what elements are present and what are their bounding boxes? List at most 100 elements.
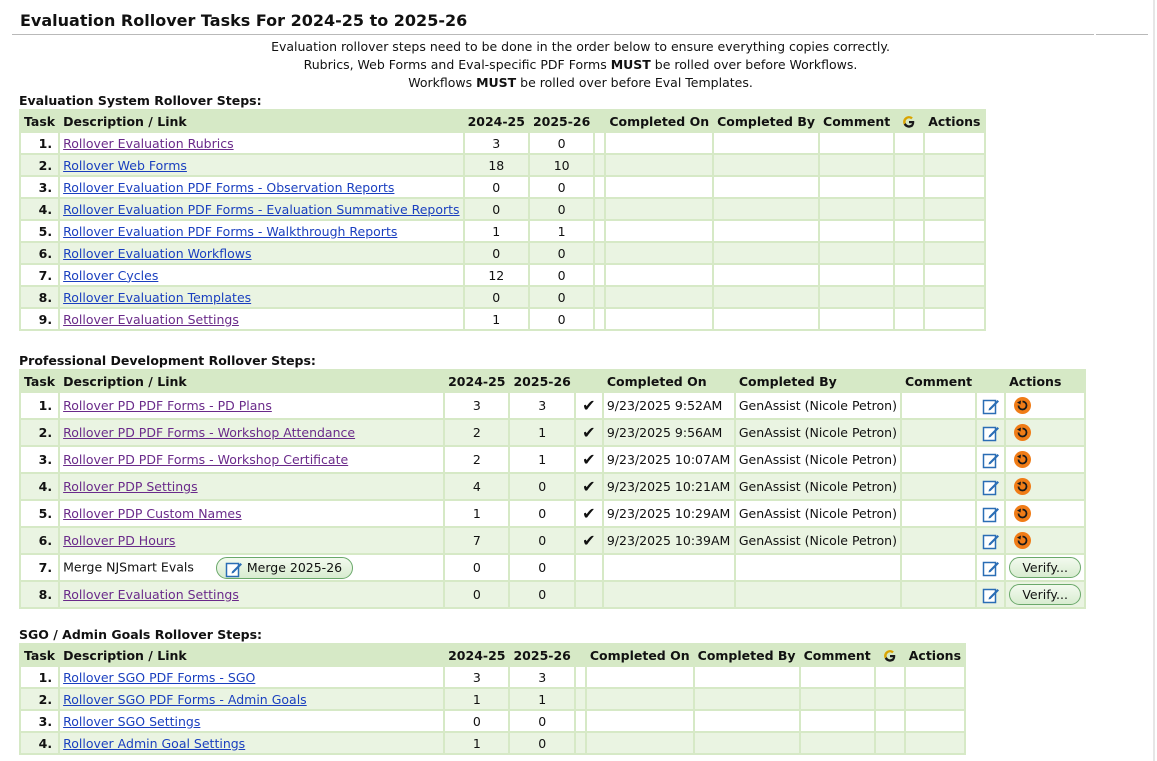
rollover-link[interactable]: Rollover PD PDF Forms - PD Plans [63,398,272,413]
merge-button[interactable]: Merge 2025-26 [215,556,354,579]
undo-icon[interactable] [1014,505,1032,522]
description-cell: Rollover Evaluation PDF Forms - Evaluati… [60,199,463,219]
count-2025-26: 0 [510,711,574,731]
table-row: 1. Rollover PD PDF Forms - PD Plans 3 3 ✔ 9/2… [21,393,1085,418]
count-2025-26: 3 [510,393,574,418]
edit-icon[interactable] [982,424,1000,442]
col-comment: Comment [820,111,894,131]
rollover-link[interactable]: Rollover Cycles [63,268,158,283]
rollover-link[interactable]: Rollover SGO PDF Forms - Admin Goals [63,692,307,707]
table-row: 1. Rollover SGO PDF Forms - SGO 3 3 [21,667,965,687]
table-row: 9. Rollover Evaluation Settings 1 0 [21,309,984,329]
verify-button[interactable]: Verify... [1009,584,1081,605]
actions-cell [925,265,984,285]
rollover-link[interactable]: Rollover PD Hours [63,533,175,548]
count-2024-25: 1 [464,221,528,241]
actions-cell [1006,393,1085,418]
g-cell [895,309,924,329]
rollover-link[interactable]: Rollover Web Forms [63,158,187,173]
completed-on-cell [586,711,693,731]
comment-cell [901,501,976,526]
edit-icon[interactable] [982,505,1000,523]
description-cell: Rollover PD Hours [60,528,444,553]
verify-button[interactable]: Verify... [1009,557,1081,578]
comment-cell [820,133,894,153]
rollover-link[interactable]: Rollover Evaluation Templates [63,290,251,305]
edit-icon[interactable] [982,397,1000,415]
edit-icon[interactable] [982,532,1000,550]
count-2025-26: 0 [510,555,574,580]
table-row: 8. Rollover Evaluation Templates 0 0 [21,287,984,307]
rollover-link[interactable]: Rollover SGO PDF Forms - SGO [63,670,255,685]
table-row: 2. Rollover Web Forms 18 10 [21,155,984,175]
edit-cell [977,447,1005,472]
completed-by-cell [694,733,799,753]
undo-icon[interactable] [1014,451,1032,468]
completed-on: 9/23/2025 10:07AM [603,447,734,472]
g-cell [895,243,924,263]
completed-on-cell [606,177,713,197]
edit-cell [977,528,1005,553]
undo-icon[interactable] [1014,532,1032,549]
table-row: 7. Merge NJSmart Evals Merge 2025-26 0 0 Veri… [21,555,1085,580]
comment-cell [820,177,894,197]
rollover-link[interactable]: Rollover Evaluation PDF Forms - Walkthro… [63,224,397,239]
comment-cell [800,733,874,753]
intro-line-2: Rubrics, Web Forms and Eval-specific PDF… [303,57,858,72]
count-2024-25: 7 [445,528,509,553]
count-2024-25: 0 [445,582,509,607]
g-cell [875,711,904,731]
comment-cell [820,221,894,241]
g-cell [895,155,924,175]
col-completed-by: Completed By [694,645,799,665]
count-2024-25: 3 [464,133,528,153]
rollover-link[interactable]: Rollover Evaluation Settings [63,587,239,602]
rollover-link[interactable]: Rollover Evaluation PDF Forms - Observat… [63,180,394,195]
count-2024-25: 1 [445,733,509,753]
undo-icon[interactable] [1014,424,1032,441]
count-2025-26: 10 [529,155,594,175]
rollover-link[interactable]: Rollover Admin Goal Settings [63,736,245,751]
undo-icon[interactable] [1014,397,1032,414]
edit-icon[interactable] [982,478,1000,496]
actions-cell [1006,528,1085,553]
g-cell [875,733,904,753]
comment-cell [901,474,976,499]
edit-icon[interactable] [982,451,1000,469]
rollover-link[interactable]: Rollover Evaluation Workflows [63,246,251,261]
count-2025-26: 1 [510,447,574,472]
task-number: 2. [21,155,59,175]
actions-cell [1006,420,1085,445]
edit-icon[interactable] [982,559,1000,577]
comment-cell [800,667,874,687]
comment-cell [820,155,894,175]
count-2025-26: 0 [510,528,574,553]
col-completed-by: Completed By [714,111,819,131]
check-cell: ✔ [575,420,602,445]
rollover-link[interactable]: Rollover Evaluation PDF Forms - Evaluati… [63,202,459,217]
table-row: 2. Rollover PD PDF Forms - Workshop Atten… [21,420,1085,445]
rollover-link[interactable]: Rollover SGO Settings [63,714,200,729]
count-2025-26: 0 [529,265,594,285]
rollover-link[interactable]: Rollover PD PDF Forms - Workshop Attenda… [63,425,355,440]
edit-icon[interactable] [982,586,1000,604]
checkmark-icon: ✔ [582,477,596,496]
rollover-link[interactable]: Rollover Evaluation Rubrics [63,136,233,151]
rollover-link[interactable]: Rollover PDP Settings [63,479,198,494]
description-cell: Rollover Evaluation Settings [60,582,444,607]
completed-on-cell [606,309,713,329]
col-completed-on: Completed On [586,645,693,665]
check-cell [595,199,605,219]
undo-icon[interactable] [1014,478,1032,495]
rollover-link[interactable]: Rollover PD PDF Forms - Workshop Certifi… [63,452,348,467]
col-check [595,111,605,131]
check-cell: ✔ [575,474,602,499]
rollover-link[interactable]: Rollover Evaluation Settings [63,312,239,327]
check-cell: ✔ [575,528,602,553]
completed-on: 9/23/2025 10:21AM [603,474,734,499]
task-number: 7. [21,555,59,580]
check-cell: ✔ [575,393,602,418]
check-cell: ✔ [575,447,602,472]
rollover-link[interactable]: Rollover PDP Custom Names [63,506,242,521]
comment-cell [901,447,976,472]
